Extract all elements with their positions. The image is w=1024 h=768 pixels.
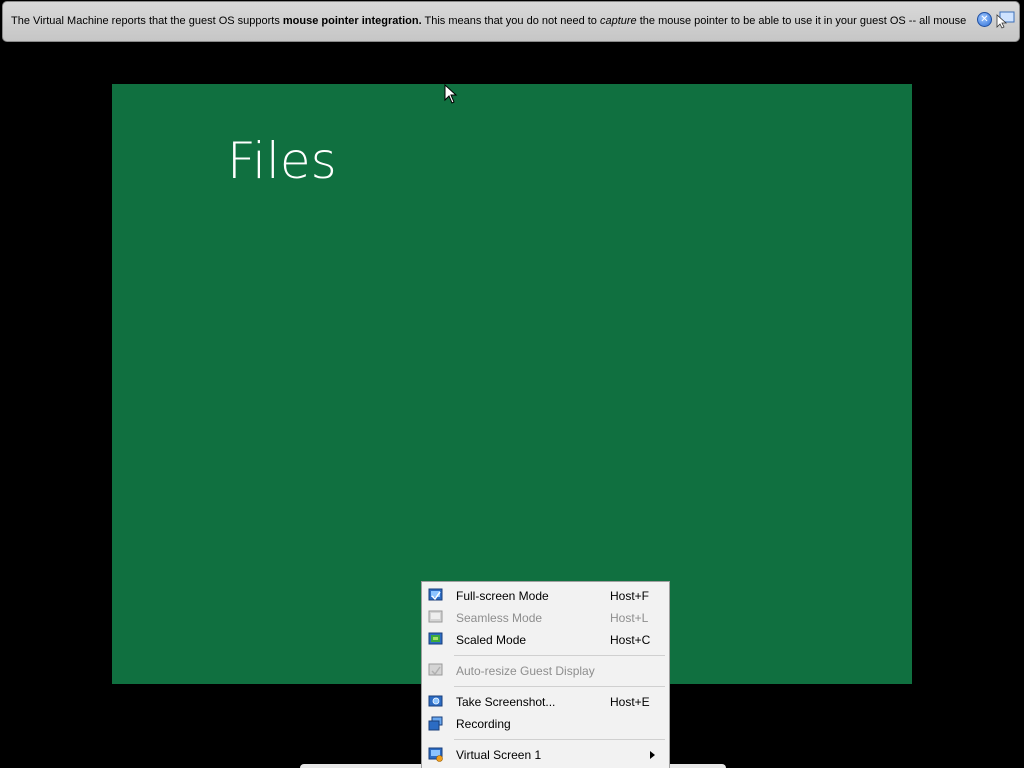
recording-icon — [428, 716, 443, 731]
menu-item-label: Recording — [456, 717, 511, 731]
screenshot-icon — [428, 695, 443, 707]
menu-item-label: Virtual Screen 1 — [456, 748, 542, 762]
menu-item-label: Scaled Mode — [456, 633, 527, 647]
menu-item-label: Auto-resize Guest Display — [456, 664, 595, 678]
menu-separator — [454, 686, 665, 687]
auto-resize-icon — [428, 663, 443, 676]
menu-item-seamless-mode[interactable]: Seamless Mode Host+L — [422, 607, 669, 629]
notification-text: The Virtual Machine reports that the gue… — [11, 15, 283, 27]
view-context-menu: Full-screen Mode Host+F Seamless Mode Ho… — [421, 581, 670, 768]
menu-item-auto-resize-guest-display[interactable]: Auto-resize Guest Display — [422, 660, 669, 682]
mouse-cursor-icon — [444, 84, 458, 104]
mouse-integration-notification: The Virtual Machine reports that the gue… — [2, 1, 1020, 42]
menu-item-virtual-screen-1[interactable]: Virtual Screen 1 — [422, 744, 669, 766]
menu-item-scaled-mode[interactable]: Scaled Mode Host+C — [422, 629, 669, 651]
menu-item-label: Full-screen Mode — [456, 589, 549, 603]
menu-item-recording[interactable]: Recording — [422, 713, 669, 735]
virtual-screen-icon — [428, 747, 443, 762]
mouse-pointer-integration-icon[interactable] — [995, 11, 1015, 29]
seamless-icon — [428, 610, 443, 623]
page-title: Files — [227, 132, 337, 190]
notification-bold-text: mouse pointer integration. — [282, 15, 422, 27]
menu-separator — [454, 655, 665, 656]
fullscreen-icon — [428, 588, 443, 601]
menu-item-label: Seamless Mode — [456, 611, 543, 625]
menu-item-shortcut: Host+C — [610, 633, 651, 647]
notification-text: This means that you do not need to — [421, 15, 600, 27]
close-icon[interactable]: ✕ — [977, 12, 992, 27]
menu-item-take-screenshot[interactable]: Take Screenshot... Host+E — [422, 691, 669, 713]
notification-italic-text: capture — [599, 15, 637, 27]
scaled-icon — [428, 632, 443, 645]
menu-item-fullscreen-mode[interactable]: Full-screen Mode Host+F — [422, 585, 669, 607]
menu-item-shortcut: Host+E — [610, 695, 650, 709]
menu-item-label: Take Screenshot... — [456, 695, 556, 709]
menu-item-shortcut: Host+F — [610, 589, 650, 603]
menu-separator — [454, 739, 665, 740]
notification-text: the mouse pointer to be able to use it i… — [636, 15, 967, 27]
vm-screen: The Virtual Machine reports that the gue… — [0, 0, 1024, 768]
notification-message: The Virtual Machine reports that the gue… — [11, 15, 966, 27]
menu-item-shortcut: Host+L — [610, 611, 649, 625]
submenu-arrow-icon — [650, 751, 655, 759]
